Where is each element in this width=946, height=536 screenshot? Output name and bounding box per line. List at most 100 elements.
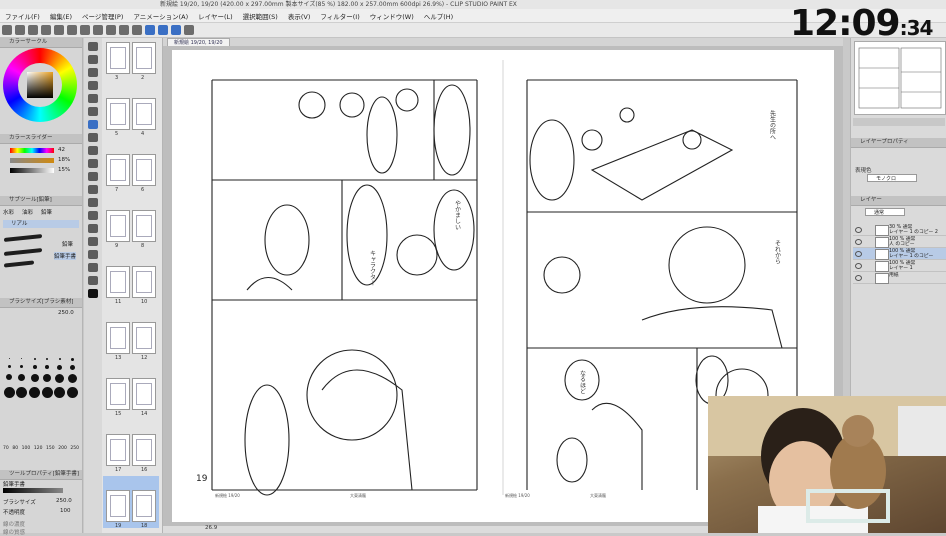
color-saturation-square[interactable] bbox=[27, 72, 53, 98]
eyedropper-icon[interactable] bbox=[88, 107, 98, 116]
size-dot[interactable] bbox=[41, 387, 53, 398]
select-icon[interactable] bbox=[88, 81, 98, 90]
layer-row[interactable]: 100 % 通常人 のコピー bbox=[853, 236, 946, 248]
size-dot[interactable] bbox=[33, 358, 36, 360]
grid-snap-icon[interactable] bbox=[170, 25, 181, 35]
page-thumbnail[interactable] bbox=[132, 434, 156, 466]
size-dot[interactable] bbox=[57, 365, 63, 370]
layer-row[interactable]: 100 % 通常 レイヤー 1 のコピー bbox=[853, 248, 946, 260]
page-thumbnail[interactable] bbox=[132, 490, 156, 522]
size-dot[interactable] bbox=[8, 358, 10, 359]
navigator-controls[interactable] bbox=[853, 118, 945, 126]
invert-selection-icon[interactable] bbox=[105, 25, 116, 35]
hand-icon[interactable] bbox=[88, 55, 98, 64]
color-wheel[interactable] bbox=[3, 48, 77, 122]
correct-line-icon[interactable] bbox=[88, 276, 98, 285]
ruler-snap-icon[interactable] bbox=[144, 25, 155, 35]
lasso-icon[interactable] bbox=[88, 94, 98, 103]
menu-animation[interactable]: アニメーション(A) bbox=[128, 11, 193, 21]
page-thumbnail[interactable] bbox=[132, 378, 156, 410]
eye-icon[interactable] bbox=[855, 263, 862, 269]
size-dot[interactable] bbox=[54, 387, 66, 398]
layer-row[interactable]: 30 % 通常 レイヤー 1 のコピー 2 bbox=[853, 224, 946, 236]
page-thumbnail[interactable] bbox=[106, 434, 130, 466]
size-dot[interactable] bbox=[7, 365, 11, 368]
page-thumbnail[interactable] bbox=[132, 266, 156, 298]
new-file-icon[interactable] bbox=[1, 25, 12, 35]
undo-icon[interactable] bbox=[40, 25, 51, 35]
size-dot[interactable] bbox=[3, 387, 15, 398]
deselect-icon[interactable] bbox=[92, 25, 103, 35]
ruler-icon[interactable] bbox=[88, 237, 98, 246]
hue-slider[interactable] bbox=[10, 148, 54, 153]
size-dot[interactable] bbox=[67, 387, 79, 398]
blend-mode-select[interactable]: 通常 bbox=[865, 208, 905, 216]
layer-row[interactable]: 用紙 bbox=[853, 272, 946, 284]
size-dot[interactable] bbox=[68, 374, 78, 383]
brightness-slider[interactable] bbox=[10, 168, 54, 173]
fill-icon[interactable] bbox=[118, 25, 129, 35]
page-thumbnail[interactable] bbox=[132, 98, 156, 130]
menu-file[interactable]: ファイル(F) bbox=[0, 11, 45, 21]
navigator-preview[interactable] bbox=[854, 41, 946, 115]
page-thumbnail[interactable] bbox=[132, 42, 156, 74]
eye-icon[interactable] bbox=[855, 227, 862, 233]
text-icon[interactable] bbox=[88, 250, 98, 259]
zoom-readout[interactable]: 26.9 bbox=[205, 525, 217, 531]
size-dot[interactable] bbox=[71, 358, 75, 361]
page-thumbnail[interactable] bbox=[132, 322, 156, 354]
figure-icon[interactable] bbox=[88, 211, 98, 220]
size-dot[interactable] bbox=[20, 365, 24, 368]
subtool-tab-watercolor[interactable]: 水彩 bbox=[3, 208, 14, 216]
expression-color-select[interactable]: モノクロ bbox=[867, 174, 917, 182]
size-dot[interactable] bbox=[70, 365, 76, 370]
size-dot[interactable] bbox=[46, 358, 49, 360]
balloon-icon[interactable] bbox=[88, 263, 98, 272]
subtool-selected-item[interactable]: リアル bbox=[3, 220, 79, 228]
eye-icon[interactable] bbox=[855, 239, 862, 245]
export-icon[interactable] bbox=[131, 25, 142, 35]
size-dot[interactable] bbox=[29, 387, 41, 398]
prop-opacity-value[interactable]: 100 bbox=[60, 508, 71, 514]
subtool-tab-pencil[interactable]: 鉛筆 bbox=[41, 208, 52, 216]
size-dot[interactable] bbox=[18, 374, 26, 381]
prop-brush-size-value[interactable]: 250.0 bbox=[56, 498, 72, 504]
page-thumbnail[interactable] bbox=[106, 378, 130, 410]
page-thumbnail[interactable] bbox=[132, 210, 156, 242]
settings-icon[interactable] bbox=[183, 25, 194, 35]
size-dot[interactable] bbox=[16, 387, 28, 398]
transform-icon[interactable] bbox=[79, 25, 90, 35]
open-file-icon[interactable] bbox=[14, 25, 25, 35]
saturation-slider[interactable] bbox=[10, 158, 54, 163]
page-thumbnail[interactable] bbox=[132, 154, 156, 186]
size-dot[interactable] bbox=[30, 374, 39, 382]
zoom-icon[interactable] bbox=[88, 42, 98, 51]
move-icon[interactable] bbox=[88, 68, 98, 77]
menu-help[interactable]: ヘルプ(H) bbox=[419, 11, 458, 21]
color-swatch-icon[interactable] bbox=[88, 289, 98, 298]
pencil-icon[interactable] bbox=[88, 120, 98, 129]
save-icon[interactable] bbox=[27, 25, 38, 35]
page-thumbnail[interactable] bbox=[106, 266, 130, 298]
size-dot[interactable] bbox=[45, 365, 50, 369]
airbrush-icon[interactable] bbox=[88, 146, 98, 155]
brush-icon[interactable] bbox=[88, 133, 98, 142]
redo-icon[interactable] bbox=[53, 25, 64, 35]
gradient-icon[interactable] bbox=[88, 198, 98, 207]
menu-filter[interactable]: フィルター(I) bbox=[315, 11, 364, 21]
eye-icon[interactable] bbox=[855, 275, 862, 281]
layer-row[interactable]: 100 % 通常 レイヤー 1 bbox=[853, 260, 946, 272]
clear-icon[interactable] bbox=[66, 25, 77, 35]
page-thumbnail[interactable] bbox=[106, 490, 130, 522]
frame-icon[interactable] bbox=[88, 224, 98, 233]
eraser-icon[interactable] bbox=[88, 159, 98, 168]
menu-select[interactable]: 選択範囲(S) bbox=[238, 11, 283, 21]
subtool-item-pencil[interactable]: 鉛筆 bbox=[62, 240, 73, 248]
subtool-item-pencil-hand[interactable]: 鉛筆手書 bbox=[54, 252, 77, 260]
menu-layer[interactable]: レイヤー(L) bbox=[193, 11, 238, 21]
page-thumbnail[interactable] bbox=[106, 42, 130, 74]
menu-edit[interactable]: 編集(E) bbox=[45, 11, 77, 21]
size-dot[interactable] bbox=[58, 358, 61, 360]
size-dot[interactable] bbox=[32, 365, 37, 369]
menu-page[interactable]: ページ管理(P) bbox=[77, 11, 128, 21]
